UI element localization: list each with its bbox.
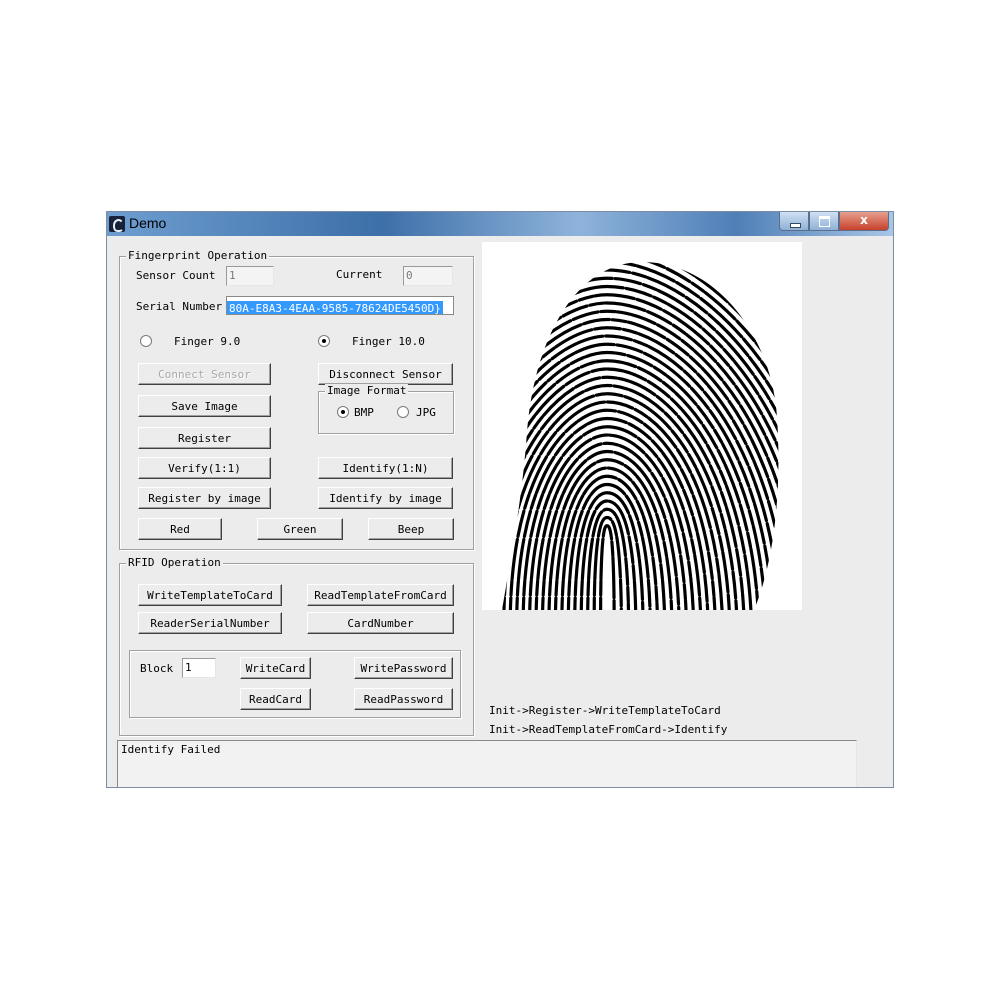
close-button[interactable]: x	[839, 212, 889, 231]
write-template-to-card-button[interactable]: WriteTemplateToCard	[138, 584, 282, 606]
status-text: Identify Failed	[121, 743, 221, 756]
current-field[interactable]: 0	[403, 266, 453, 286]
maximize-button[interactable]	[809, 212, 839, 231]
fingerprint-ridge	[598, 524, 616, 610]
block-label: Block	[140, 662, 174, 675]
write-card-button[interactable]: WriteCard	[240, 657, 311, 679]
fingerprint-ridge	[592, 515, 624, 610]
green-button[interactable]: Green	[257, 518, 343, 540]
fingerprint-drawing	[502, 262, 779, 610]
bmp-radio[interactable]	[337, 406, 349, 418]
hint-identify-flow: Init->ReadTemplateFromCard->Identify	[489, 723, 728, 736]
title-bar[interactable]: Demo x	[107, 212, 893, 236]
jpg-label[interactable]: JPG	[416, 406, 436, 419]
read-template-from-card-button[interactable]: ReadTemplateFromCard	[307, 584, 454, 606]
card-block-group: Block 1 WriteCard WritePassword ReadCard…	[129, 650, 461, 718]
register-by-image-button[interactable]: Register by image	[138, 487, 271, 509]
fingerprint-group-title: Fingerprint Operation	[126, 249, 270, 262]
image-format-group: Image Format BMP JPG	[318, 384, 454, 434]
sensor-count-field[interactable]: 1	[226, 266, 274, 286]
hint-register-flow: Init->Register->WriteTemplateToCard	[489, 704, 721, 717]
finger-9-radio[interactable]	[140, 335, 152, 347]
register-button[interactable]: Register	[138, 427, 271, 449]
app-icon	[109, 216, 125, 232]
identify-button[interactable]: Identify(1:N)	[318, 457, 453, 479]
block-field[interactable]: 1	[182, 658, 216, 678]
finger-9-label[interactable]: Finger 9.0	[174, 335, 240, 348]
rfid-operation-group: RFID Operation WriteTemplateToCard ReadT…	[119, 556, 474, 736]
beep-button[interactable]: Beep	[368, 518, 454, 540]
fingerprint-operation-group: Fingerprint Operation Sensor Count 1 Cur…	[119, 249, 474, 550]
identify-by-image-button[interactable]: Identify by image	[318, 487, 453, 509]
reader-serial-number-button[interactable]: ReaderSerialNumber	[138, 612, 282, 634]
card-number-button[interactable]: CardNumber	[307, 612, 454, 634]
finger-10-radio[interactable]	[318, 335, 330, 347]
serial-number-label: Serial Number	[136, 300, 223, 313]
status-log[interactable]: Identify Failed	[117, 740, 857, 787]
demo-window: Demo x Fingerprint Operation Sensor Coun…	[106, 211, 894, 788]
rfid-group-title: RFID Operation	[126, 556, 223, 569]
verify-button[interactable]: Verify(1:1)	[138, 457, 271, 479]
save-image-button[interactable]: Save Image	[138, 395, 271, 417]
minimize-button[interactable]	[779, 212, 809, 231]
serial-number-selected-text: 80A-E8A3-4EAA-9585-78624DE5450D}	[227, 301, 443, 315]
disconnect-sensor-button[interactable]: Disconnect Sensor	[318, 363, 453, 385]
window-title: Demo	[129, 215, 167, 231]
read-password-button[interactable]: ReadPassword	[354, 688, 453, 710]
sensor-count-label: Sensor Count	[136, 269, 216, 282]
connect-sensor-button[interactable]: Connect Sensor	[138, 363, 271, 385]
serial-number-field[interactable]: 80A-E8A3-4EAA-9585-78624DE5450D}	[226, 296, 454, 315]
read-card-button[interactable]: ReadCard	[240, 688, 311, 710]
red-button[interactable]: Red	[138, 518, 222, 540]
image-format-title: Image Format	[325, 384, 409, 397]
bmp-label[interactable]: BMP	[354, 406, 374, 419]
current-label: Current	[336, 268, 383, 281]
fingerprint-image	[482, 242, 802, 610]
jpg-radio[interactable]	[397, 406, 409, 418]
finger-10-label[interactable]: Finger 10.0	[352, 335, 425, 348]
write-password-button[interactable]: WritePassword	[354, 657, 453, 679]
